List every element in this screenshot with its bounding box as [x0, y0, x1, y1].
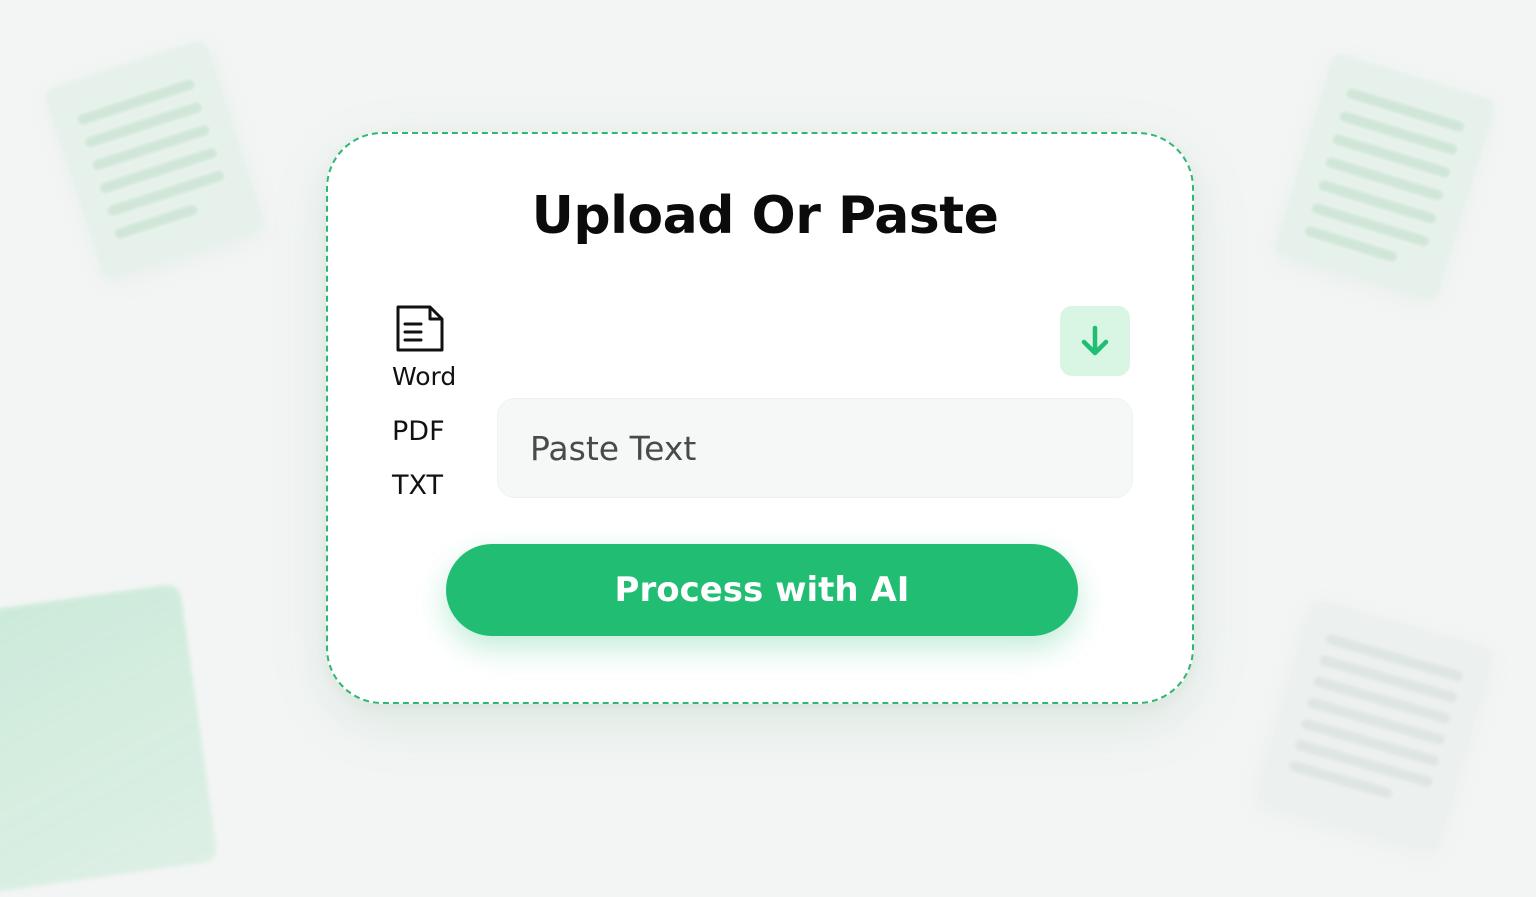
background-cube-decoration — [0, 583, 219, 897]
paste-placeholder: Paste Text — [530, 428, 697, 468]
background-document-decoration — [43, 38, 267, 282]
process-with-ai-button[interactable]: Process with AI — [446, 544, 1078, 636]
background-document-decoration — [1254, 597, 1496, 853]
upload-dropzone-card[interactable]: Upload Or Paste Word PDF TXT Paste Text … — [326, 132, 1194, 704]
arrow-down-icon — [1081, 325, 1109, 356]
upload-button[interactable] — [1060, 306, 1130, 376]
document-icon — [396, 305, 444, 352]
file-type-word: Word — [392, 362, 457, 391]
background-document-decoration — [1273, 51, 1497, 303]
file-type-txt: TXT — [392, 470, 444, 501]
card-title: Upload Or Paste — [531, 186, 999, 246]
file-type-pdf: PDF — [392, 416, 445, 447]
paste-text-area[interactable]: Paste Text — [497, 398, 1133, 498]
supported-file-types: Word PDF TXT — [392, 304, 492, 501]
